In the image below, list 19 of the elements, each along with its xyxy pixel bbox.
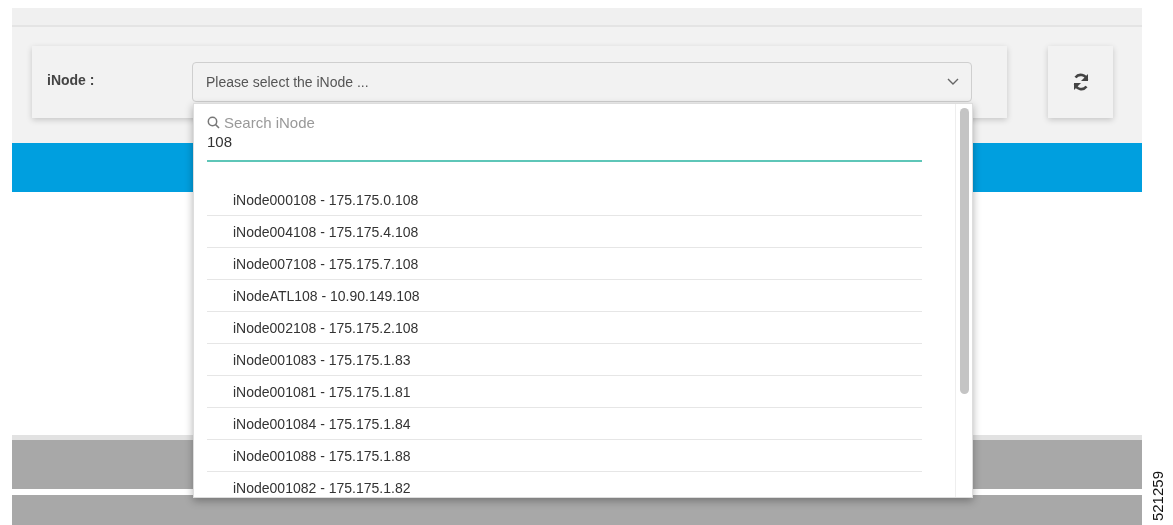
dropdown-option[interactable]: iNodeATL108 - 10.90.149.108	[207, 280, 922, 312]
refresh-button[interactable]	[1048, 45, 1113, 118]
dropdown-option[interactable]: iNode007108 - 175.175.7.108	[207, 248, 922, 280]
inode-select[interactable]: Please select the iNode ...	[192, 61, 972, 102]
figure-number: 521259	[1149, 470, 1166, 521]
dropdown-option[interactable]: iNode001084 - 175.175.1.84	[207, 408, 922, 440]
dropdown-option[interactable]: iNode004108 - 175.175.4.108	[207, 216, 922, 248]
inode-label: iNode :	[47, 71, 96, 88]
scrollbar-thumb[interactable]	[959, 108, 969, 394]
dropdown-option[interactable]: iNode001081 - 175.175.1.81	[207, 376, 922, 408]
dropdown-option[interactable]: iNode000108 - 175.175.0.108	[207, 184, 922, 216]
chevron-down-icon	[947, 77, 959, 86]
search-label: Search iNode	[224, 114, 315, 131]
dropdown-option[interactable]: iNode001083 - 175.175.1.83	[207, 344, 922, 376]
search-icon	[207, 116, 220, 129]
dropdown-option[interactable]: iNode001082 - 175.175.1.82	[207, 472, 922, 497]
search-field[interactable]: 108	[207, 133, 407, 150]
dropdown-option[interactable]: iNode002108 - 175.175.2.108	[207, 312, 922, 344]
dropdown-option[interactable]: iNode001088 - 175.175.1.88	[207, 440, 922, 472]
